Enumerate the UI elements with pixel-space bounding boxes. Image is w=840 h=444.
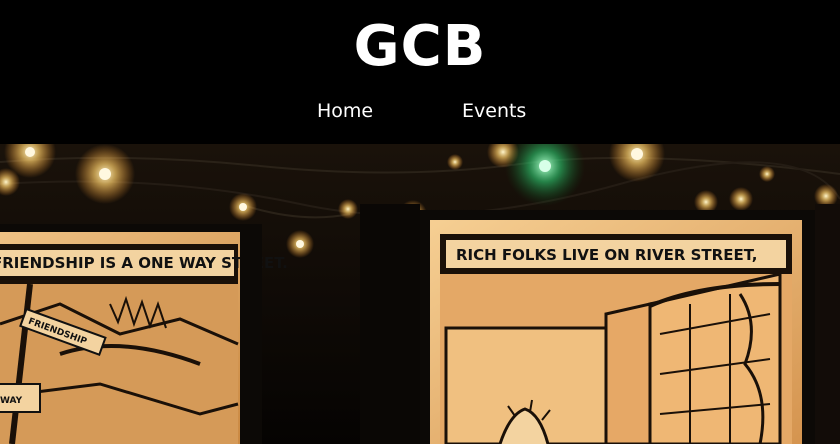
nav-events-link[interactable]: Events [462, 98, 526, 124]
mural-panel-right: RICH FOLKS LIVE ON RIVER STREET, [420, 210, 815, 444]
main-nav: Home Events [0, 98, 840, 124]
mural-panel-left: FRIENDSHIP IS A ONE WAY STREET. FRIENDSH… [0, 224, 288, 444]
site-header: GCB Home Events [0, 0, 840, 144]
panel-right-caption: RICH FOLKS LIVE ON RIVER STREET, [456, 246, 758, 264]
hero-photo-mural: FRIENDSHIP IS A ONE WAY STREET. FRIENDSH… [0, 144, 840, 444]
hero-image: FRIENDSHIP IS A ONE WAY STREET. FRIENDSH… [0, 144, 840, 444]
site-title[interactable]: GCB [0, 14, 840, 80]
nav-home-link[interactable]: Home [317, 98, 373, 124]
sign-way: WAY [0, 396, 23, 406]
